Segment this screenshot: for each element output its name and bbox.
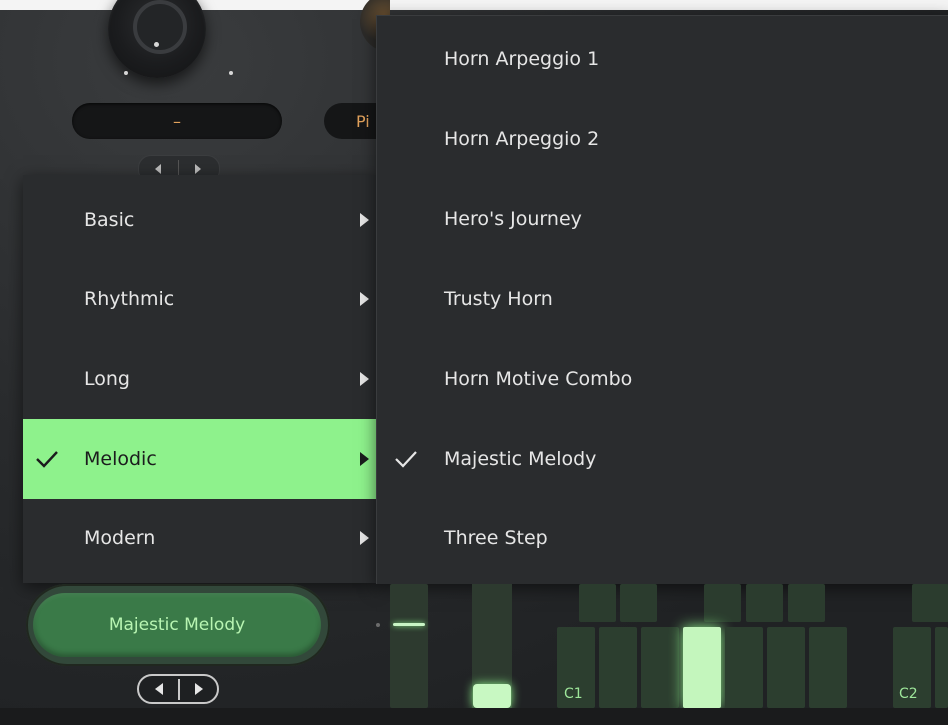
- piano-key-black[interactable]: [620, 584, 657, 622]
- piano-key-black[interactable]: [579, 584, 616, 622]
- piano-key-white[interactable]: [599, 627, 637, 708]
- knob-scale-dot: [229, 71, 233, 75]
- piano-key-black[interactable]: [704, 584, 741, 622]
- mod-slider-indicator[interactable]: [393, 623, 425, 626]
- menu-item-label: Basic: [84, 209, 135, 231]
- value-field-2[interactable]: Pi: [324, 103, 384, 139]
- submenu-arrow-icon: [360, 372, 369, 386]
- menu-item-label: Rhythmic: [84, 288, 175, 310]
- submenu-arrow-icon: [360, 292, 369, 306]
- menu-item-majestic-melody[interactable]: Majestic Melody: [377, 419, 948, 499]
- pitch-slider-thumb[interactable]: [473, 684, 511, 708]
- menu-item-rhythmic[interactable]: Rhythmic: [23, 259, 377, 339]
- previous-preset-button[interactable]: [139, 676, 179, 702]
- preset-submenu: Horn Arpeggio 1 Horn Arpeggio 2 Hero's J…: [376, 15, 948, 584]
- menu-item-trusty-horn[interactable]: Trusty Horn: [377, 259, 948, 339]
- submenu-arrow-icon: [360, 531, 369, 545]
- menu-item-three-step[interactable]: Three Step: [377, 498, 948, 578]
- bottom-edge: [0, 708, 948, 725]
- menu-item-label: Horn Arpeggio 1: [444, 48, 600, 70]
- menu-item-heros-journey[interactable]: Hero's Journey: [377, 179, 948, 259]
- menu-item-horn-arpeggio-1[interactable]: Horn Arpeggio 1: [377, 19, 948, 99]
- mod-slider-track[interactable]: [390, 584, 428, 708]
- menu-item-label: Majestic Melody: [444, 448, 597, 470]
- category-menu: Basic Rhythmic Long Melodic Modern: [23, 175, 377, 583]
- menu-item-modern[interactable]: Modern: [23, 498, 377, 578]
- piano-key-white[interactable]: [641, 627, 679, 708]
- key-label-c2: C2: [899, 686, 918, 702]
- menu-item-label: Long: [84, 368, 130, 390]
- menu-item-basic[interactable]: Basic: [23, 180, 377, 260]
- piano-key-white[interactable]: [809, 627, 847, 708]
- preset-nav-arrows: [137, 674, 219, 704]
- knob-cap: [133, 0, 187, 54]
- knob-scale-dot: [124, 71, 128, 75]
- menu-item-label: Modern: [84, 527, 156, 549]
- arrow-left-icon[interactable]: [155, 164, 161, 174]
- submenu-arrow-icon: [360, 213, 369, 227]
- menu-item-long[interactable]: Long: [23, 339, 377, 419]
- menu-item-label: Hero's Journey: [444, 208, 582, 230]
- checkmark-icon: [395, 451, 417, 468]
- menu-item-label: Horn Motive Combo: [444, 368, 633, 390]
- menu-item-label: Horn Arpeggio 2: [444, 128, 600, 150]
- piano-key-black[interactable]: [788, 584, 825, 622]
- submenu-arrow-icon: [360, 452, 369, 466]
- arrow-right-icon: [195, 683, 203, 695]
- arrow-right-icon[interactable]: [195, 164, 201, 174]
- menu-item-horn-motive-combo[interactable]: Horn Motive Combo: [377, 339, 948, 419]
- menu-item-melodic[interactable]: Melodic: [23, 419, 377, 499]
- menu-item-label: Three Step: [444, 527, 548, 549]
- value-field-1[interactable]: –: [72, 103, 282, 139]
- next-preset-button[interactable]: [179, 676, 219, 702]
- slider-marker-dot: [376, 623, 380, 627]
- piano-key-white[interactable]: [767, 627, 805, 708]
- piano-key-white-active[interactable]: [683, 627, 721, 708]
- piano-key-black[interactable]: [746, 584, 783, 622]
- checkmark-icon: [36, 451, 58, 468]
- menu-item-label: Melodic: [84, 448, 157, 470]
- preset-selector-button[interactable]: Majestic Melody: [33, 593, 321, 657]
- piano-key-black[interactable]: [912, 584, 948, 622]
- menu-item-horn-arpeggio-2[interactable]: Horn Arpeggio 2: [377, 99, 948, 179]
- menu-item-label: Trusty Horn: [444, 288, 553, 310]
- piano-key-white[interactable]: [725, 627, 763, 708]
- knob-indicator-dot: [154, 42, 159, 47]
- key-label-c1: C1: [564, 686, 583, 702]
- piano-key-white[interactable]: [935, 627, 948, 708]
- arrow-left-icon: [155, 683, 163, 695]
